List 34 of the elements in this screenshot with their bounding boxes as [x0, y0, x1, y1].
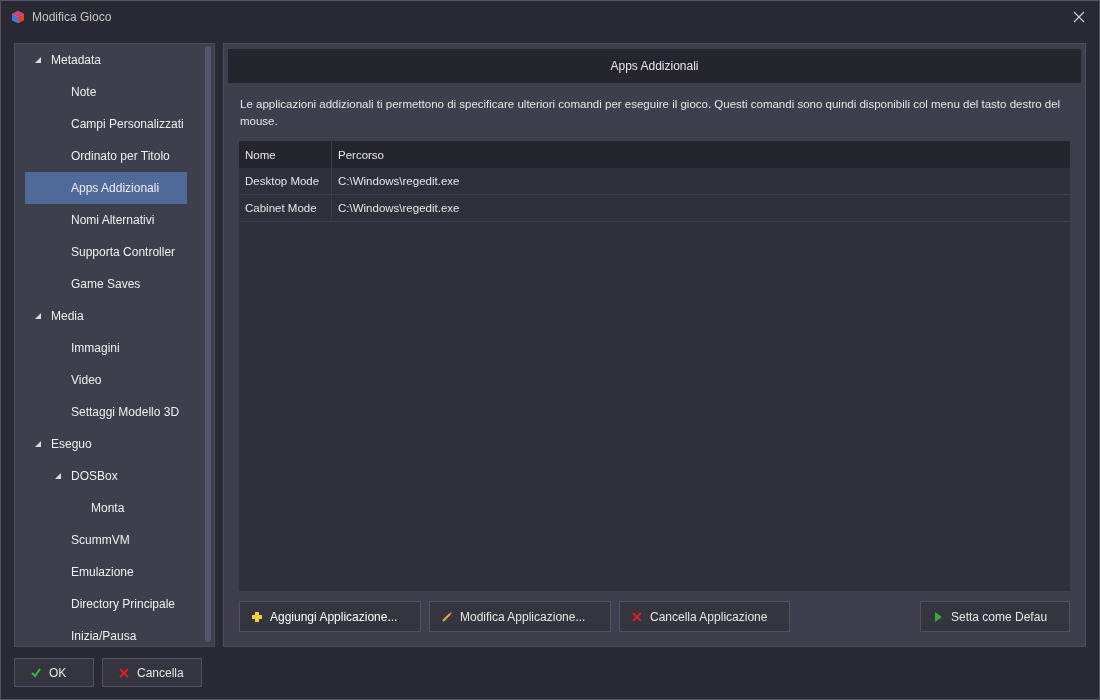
table-cell: Desktop Mode: [239, 168, 332, 194]
table-cell-text: C:\Windows\regedit.exe: [337, 174, 461, 189]
tree-item[interactable]: DOSBox: [25, 460, 187, 492]
column-header[interactable]: Nome: [239, 141, 332, 168]
tree-item[interactable]: Campi Personalizzati: [25, 108, 187, 140]
tree-item[interactable]: Monta: [25, 492, 187, 524]
action-button[interactable]: Modifica Applicazione...: [429, 601, 611, 632]
action-button[interactable]: Aggiungi Applicazione...: [239, 601, 421, 632]
tree-item[interactable]: Media: [25, 300, 187, 332]
window-title: Modifica Gioco: [32, 10, 112, 24]
tree-item[interactable]: Inizia/Pausa: [25, 620, 187, 646]
description-text: Le applicazioni addizionali ti permettono di specificare ulteriori comandi per eseguire il gioco. Questi comandi sono quindi disponibili col menu del tasto destro del mouse.: [239, 97, 1062, 129]
panel-header: Apps Addizionali: [228, 49, 1081, 83]
tree-item[interactable]: Emulazione: [25, 556, 187, 588]
tree-item[interactable]: Eseguo: [25, 428, 187, 460]
action-button[interactable]: OK: [14, 658, 94, 687]
tree-item[interactable]: Apps Addizionali: [25, 172, 187, 204]
tree-item[interactable]: Note: [25, 76, 187, 108]
tree-item[interactable]: Metadata: [25, 44, 187, 76]
tree-item[interactable]: Nomi Alternativi: [25, 204, 187, 236]
tree-item[interactable]: Ordinato per Titolo: [25, 140, 187, 172]
tree-item[interactable]: Immagini: [25, 332, 187, 364]
tree-item[interactable]: Supporta Controller: [25, 236, 187, 268]
tree-item[interactable]: Directory Principale: [25, 588, 187, 620]
tree-item[interactable]: ScummVM: [25, 524, 187, 556]
column-header[interactable]: Percorso: [332, 141, 1070, 168]
table-cell-text: C:\Windows\regedit.exe: [337, 201, 461, 216]
tree-item[interactable]: Video: [25, 364, 187, 396]
table-cell: Cabinet Mode: [239, 195, 332, 221]
tree-item[interactable]: Game Saves: [25, 268, 187, 300]
action-button[interactable]: Cancella Applicazione: [619, 601, 790, 632]
action-button[interactable]: Cancella: [102, 658, 202, 687]
action-button[interactable]: Setta come Defau: [920, 601, 1070, 632]
tree-item[interactable]: Settaggi Modello 3D: [25, 396, 187, 428]
